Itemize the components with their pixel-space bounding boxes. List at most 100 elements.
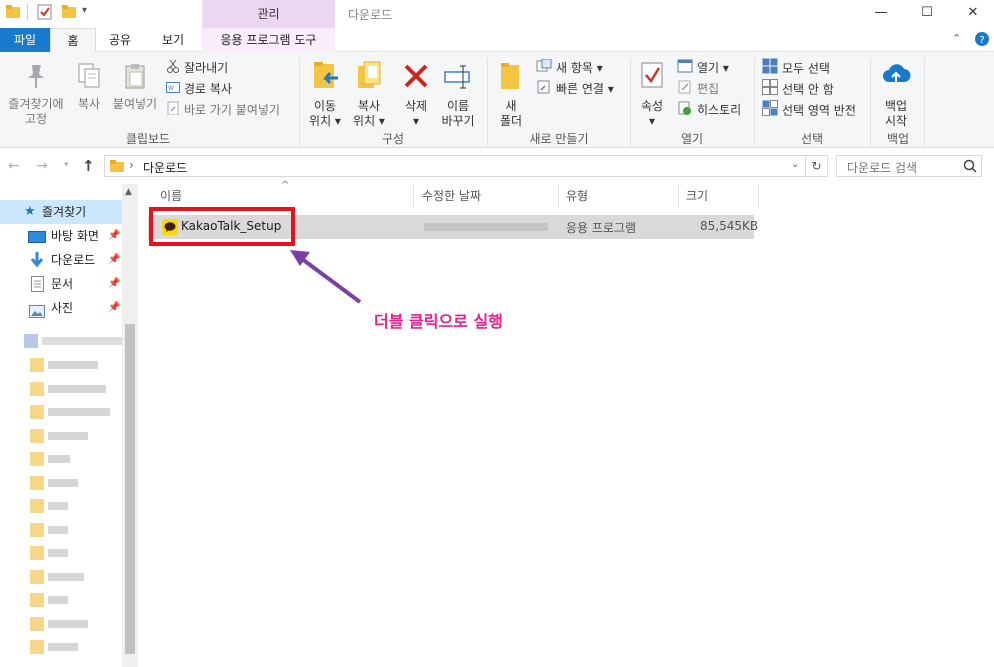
- easy-access-button[interactable]: 빠른 연결 ▾: [536, 79, 614, 99]
- tab-app-tools[interactable]: 응용 프로그램 도구: [202, 28, 335, 52]
- copy-to-icon: [348, 60, 390, 96]
- file-type: 응용 프로그램: [566, 221, 637, 235]
- maximize-button[interactable]: ☐: [904, 0, 950, 26]
- invert-selection-icon: [762, 100, 778, 122]
- backup-start-button[interactable]: 백업 시작: [874, 60, 918, 129]
- nav-item-documents[interactable]: 문서 📌: [0, 272, 122, 296]
- select-all-button[interactable]: 모두 선택: [762, 58, 830, 78]
- select-none-icon: [762, 79, 778, 101]
- forward-arrow-icon[interactable]: →: [36, 158, 48, 174]
- scroll-up-icon[interactable]: ▲: [125, 187, 132, 197]
- context-tab-header: 관리: [202, 0, 335, 28]
- blurred-nav-folder[interactable]: [30, 404, 126, 420]
- blurred-nav-folder[interactable]: [30, 381, 126, 397]
- search-box[interactable]: 다운로드 검색: [836, 155, 982, 177]
- properties-button[interactable]: 속성 ▾: [634, 60, 670, 129]
- folder-icon: [30, 522, 44, 537]
- group-label-clipboard: 클립보드: [125, 132, 171, 146]
- properties-large-icon: [634, 60, 670, 96]
- blurred-nav-folder[interactable]: [30, 451, 126, 467]
- nav-item-downloads[interactable]: 다운로드 📌: [0, 248, 122, 272]
- folder-icon: [30, 405, 44, 419]
- pin-icon: 📌: [108, 230, 121, 241]
- column-header-size[interactable]: 크기: [686, 184, 708, 208]
- folder-icon: [30, 593, 44, 607]
- copy-to-button[interactable]: 복사 위치 ▾: [348, 60, 390, 129]
- edit-button[interactable]: 편집: [677, 79, 719, 99]
- properties-icon[interactable]: [37, 4, 53, 23]
- new-folder-button[interactable]: 새 폴더: [494, 60, 528, 129]
- breadcrumb-separator-icon: ›: [129, 158, 134, 172]
- close-button[interactable]: ✕: [950, 0, 994, 26]
- blurred-nav-folder[interactable]: [30, 475, 126, 491]
- tab-view[interactable]: 보기: [144, 28, 202, 52]
- picture-icon: [29, 302, 45, 326]
- collapse-ribbon-icon[interactable]: ⌃: [952, 32, 961, 45]
- history-icon: [677, 101, 693, 121]
- breadcrumb-path[interactable]: 다운로드: [143, 159, 187, 176]
- open-button[interactable]: 열기 ▾: [677, 58, 729, 78]
- folder-icon: [30, 358, 44, 372]
- blurred-nav-folder[interactable]: [30, 592, 126, 608]
- recent-dropdown-icon[interactable]: ▾: [64, 160, 69, 170]
- pin-to-quick-access-button[interactable]: 즐겨찾기에 고정: [2, 62, 70, 127]
- new-item-icon: [536, 58, 552, 79]
- paste-shortcut-icon: [166, 101, 180, 121]
- help-icon[interactable]: ?: [975, 32, 989, 49]
- address-folder-icon: [110, 159, 124, 176]
- nav-item-pictures[interactable]: 사진 📌: [0, 296, 122, 320]
- nav-scrollbar[interactable]: ▲: [122, 184, 138, 667]
- file-date-blurred: [424, 223, 548, 231]
- address-bar[interactable]: › 다운로드 ⌄: [104, 155, 806, 177]
- rename-icon: [438, 60, 478, 96]
- back-arrow-icon[interactable]: ←: [8, 158, 20, 174]
- history-button[interactable]: 히스토리: [677, 100, 741, 120]
- column-header-date[interactable]: 수정한 날짜: [422, 184, 481, 208]
- blurred-nav-folder[interactable]: [30, 357, 126, 373]
- column-header-type[interactable]: 유형: [566, 184, 588, 208]
- paste-shortcut-button[interactable]: 바로 가기 붙여넣기: [166, 100, 280, 120]
- blurred-nav-folder[interactable]: [30, 498, 126, 514]
- group-label-new: 새로 만들기: [529, 132, 589, 146]
- copy-path-button[interactable]: W 경로 복사: [166, 79, 232, 99]
- refresh-button[interactable]: ↻: [806, 155, 828, 177]
- invert-selection-button[interactable]: 선택 영역 반전: [762, 100, 856, 120]
- cut-button[interactable]: 잘라내기: [166, 58, 228, 78]
- blurred-nav-folder[interactable]: [30, 639, 126, 655]
- blurred-nav-folder[interactable]: [30, 428, 126, 444]
- tab-home[interactable]: 홈: [50, 28, 96, 53]
- pin-icon: 📌: [108, 278, 121, 289]
- nav-quick-access[interactable]: ★ 즐겨찾기: [0, 200, 122, 224]
- copy-button[interactable]: 복사: [72, 62, 106, 112]
- folder-icon: [30, 616, 44, 631]
- copy-icon: [72, 62, 106, 94]
- tab-file[interactable]: 파일: [0, 28, 50, 52]
- rename-button[interactable]: 이름 바꾸기: [438, 60, 478, 129]
- folder-icon: [30, 381, 44, 396]
- refresh-icon: ↻: [811, 159, 822, 173]
- move-to-button[interactable]: 이동 위치 ▾: [304, 60, 346, 129]
- folder-icon: [30, 452, 44, 466]
- column-header-name[interactable]: 이름: [160, 184, 182, 208]
- group-label-open: 열기: [680, 132, 704, 146]
- new-folder-icon[interactable]: [61, 4, 77, 23]
- folder-icon: [30, 546, 44, 560]
- blurred-nav-item[interactable]: [20, 334, 126, 348]
- scroll-thumb[interactable]: [125, 324, 135, 654]
- blurred-nav-folder[interactable]: [30, 616, 126, 632]
- up-arrow-icon[interactable]: ↑: [82, 157, 95, 175]
- delete-button[interactable]: 삭제 ▾: [398, 60, 434, 129]
- select-none-button[interactable]: 선택 안 함: [762, 79, 834, 99]
- address-dropdown-icon[interactable]: ⌄: [791, 159, 799, 170]
- minimize-button[interactable]: —: [858, 0, 904, 26]
- nav-item-desktop[interactable]: 바탕 화면 📌: [0, 224, 122, 248]
- quick-access-dropdown-icon[interactable]: ▾: [82, 5, 87, 16]
- paste-button[interactable]: 붙여넣기: [110, 62, 160, 112]
- folder-icon: [30, 428, 44, 443]
- search-icon[interactable]: [963, 159, 977, 176]
- new-item-button[interactable]: 새 항목 ▾: [536, 58, 603, 78]
- blurred-nav-folder[interactable]: [30, 522, 126, 538]
- blurred-nav-folder[interactable]: [30, 569, 126, 585]
- tab-share[interactable]: 공유: [96, 28, 144, 52]
- blurred-nav-folder[interactable]: [30, 545, 126, 561]
